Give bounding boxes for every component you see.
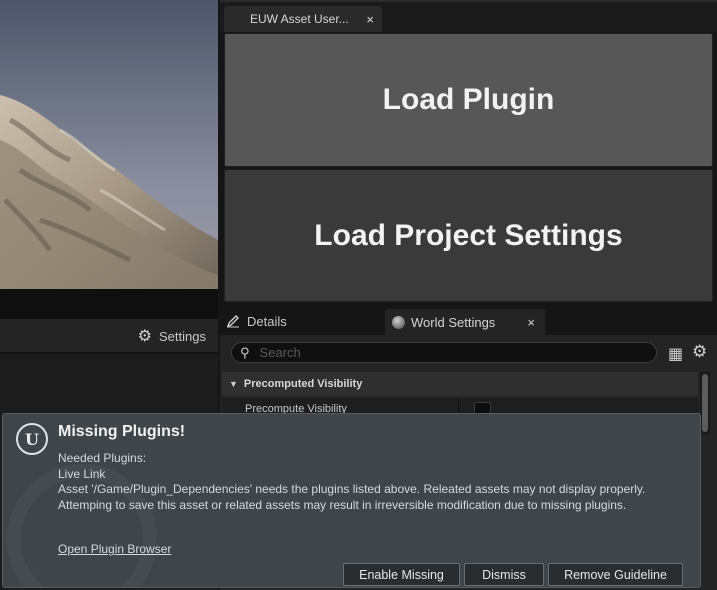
terrain-image: [0, 95, 218, 289]
notification-title: Missing Plugins!: [58, 423, 186, 440]
close-icon[interactable]: ×: [527, 315, 535, 330]
message-line: Attemping to save this asset or related …: [58, 497, 627, 512]
dismiss-button[interactable]: Dismiss: [464, 563, 544, 586]
panel-divider: [0, 289, 218, 319]
table-view-icon[interactable]: ▦: [668, 344, 683, 364]
details-scrollbar[interactable]: [700, 372, 710, 434]
tab-euw-asset-user[interactable]: EUW Asset User... ×: [224, 6, 382, 32]
message-line: Asset '/Game/Plugin_Dependencies' needs …: [58, 482, 646, 496]
search-icon: ⚲: [240, 344, 250, 360]
settings-label: Settings: [159, 328, 206, 344]
message-line: Live Link: [58, 466, 106, 481]
scrollbar-thumb[interactable]: [702, 374, 708, 432]
settings-button[interactable]: ⚙ Settings: [138, 319, 218, 353]
open-plugin-browser-link[interactable]: Open Plugin Browser: [58, 542, 171, 556]
tab-details-label: Details: [247, 313, 287, 329]
message-line: Needed Plugins:: [58, 451, 147, 465]
search-input[interactable]: [257, 344, 642, 361]
left-panel-toolbar: ⚙ Settings: [0, 319, 218, 353]
enable-missing-button[interactable]: Enable Missing: [343, 563, 460, 586]
category-precomputed-visibility[interactable]: ▼ Precomputed Visibility: [222, 372, 698, 396]
category-label: Precomputed Visibility: [243, 378, 363, 390]
load-project-settings-button[interactable]: Load Project Settings: [224, 169, 713, 302]
close-icon[interactable]: ×: [366, 12, 374, 27]
level-viewport[interactable]: [0, 0, 218, 289]
tab-world-settings[interactable]: World Settings ×: [385, 309, 545, 335]
chevron-down-icon: ▼: [229, 379, 238, 389]
tab-world-settings-label: World Settings: [411, 314, 496, 330]
tab-details[interactable]: Details: [226, 309, 376, 333]
notification-message: Needed Plugins: Live Link Asset '/Game/P…: [58, 451, 645, 513]
load-plugin-button[interactable]: Load Plugin: [224, 33, 713, 167]
pencil-icon: [226, 315, 239, 328]
unreal-logo-icon: U: [16, 423, 48, 455]
tab-euw-label: EUW Asset User...: [250, 12, 349, 26]
search-field[interactable]: ⚲: [231, 342, 657, 363]
gear-icon: ⚙: [137, 328, 153, 345]
gear-icon[interactable]: ⚙: [692, 342, 707, 362]
globe-icon: [392, 315, 405, 329]
missing-plugins-notification: U Missing Plugins! Needed Plugins: Live …: [2, 413, 701, 588]
remove-guideline-button[interactable]: Remove Guideline: [548, 563, 683, 586]
